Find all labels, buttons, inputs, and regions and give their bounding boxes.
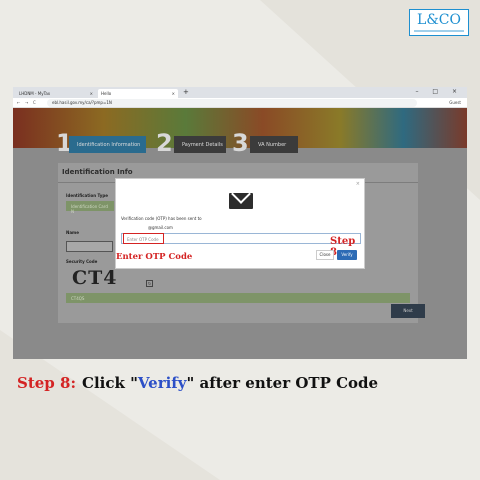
url-field[interactable]: ebl.hasil.gov.my/ca/?pmp=1N [47, 99, 417, 107]
envelope-icon [229, 193, 253, 209]
otp-modal: × Verification code (OTP) has been sent … [115, 178, 365, 269]
tab-close-icon[interactable]: × [172, 91, 175, 96]
otp-message: Verification code (OTP) has been sent to [121, 216, 202, 221]
logo-text: L&CO [417, 12, 461, 28]
new-tab-button[interactable]: + [183, 88, 189, 96]
next-button[interactable]: Next [391, 304, 425, 318]
otp-highlight-box [123, 233, 164, 244]
step-number: 3 [232, 129, 249, 157]
instruction-caption: Step 8: Click "Verify" after enter OTP Co… [17, 374, 378, 392]
id-type-label: Identification Type [66, 193, 108, 198]
step-label: VA Number [250, 136, 298, 153]
form-title: Identification Info [62, 168, 133, 176]
name-label: Name [66, 230, 79, 235]
close-button[interactable]: Close [316, 250, 334, 260]
refresh-captcha-icon[interactable]: ↻ [146, 280, 153, 287]
step-label: Identification Information [69, 136, 146, 153]
tab-bar: LHDNM - MyTax × Hello × + – □ × [13, 87, 467, 98]
otp-input[interactable]: Enter OTP Code [121, 233, 361, 244]
web-page: 1 Identification Information 2 Payment D… [13, 108, 467, 359]
tab-hello[interactable]: Hello × [98, 89, 178, 98]
caption-text: Click "Verify" after enter OTP Code [82, 374, 378, 392]
window-controls[interactable]: – □ × [415, 88, 463, 95]
verify-button[interactable]: Verify [337, 250, 357, 260]
guest-profile[interactable]: Guest [449, 100, 461, 105]
security-code-input[interactable]: CT4QS [66, 293, 410, 303]
browser-window: LHDNM - MyTax × Hello × + – □ × ← → C eb… [13, 87, 467, 359]
company-logo: L&CO [409, 9, 469, 36]
caption-pre: Click " [82, 374, 138, 392]
reload-icon[interactable]: C [33, 100, 36, 105]
caption-step: Step 8: [17, 374, 76, 392]
logo-underline [414, 30, 464, 32]
step-number: 2 [156, 129, 173, 157]
tab-label: LHDNM - MyTax [19, 91, 51, 96]
forward-icon[interactable]: → [25, 100, 28, 105]
name-input[interactable] [66, 241, 113, 252]
modal-close-icon[interactable]: × [356, 181, 360, 187]
tab-label: Hello [101, 91, 112, 96]
tab-close-icon[interactable]: × [90, 91, 93, 96]
enter-otp-annotation: Enter OTP Code [116, 252, 193, 262]
id-type-select[interactable]: Identification Card N [66, 201, 114, 214]
captcha-image: CT4 [72, 267, 118, 289]
step-label: Payment Details [174, 136, 226, 153]
caption-post: " after enter OTP Code [186, 374, 379, 392]
security-code-label: Security Code [66, 259, 98, 264]
otp-email: @gmail.com [148, 225, 173, 230]
back-icon[interactable]: ← [17, 100, 20, 105]
caption-verify: Verify [137, 374, 187, 392]
tab-mytax[interactable]: LHDNM - MyTax × [16, 89, 96, 98]
address-bar: ← → C ebl.hasil.gov.my/ca/?pmp=1N Guest [13, 98, 467, 108]
